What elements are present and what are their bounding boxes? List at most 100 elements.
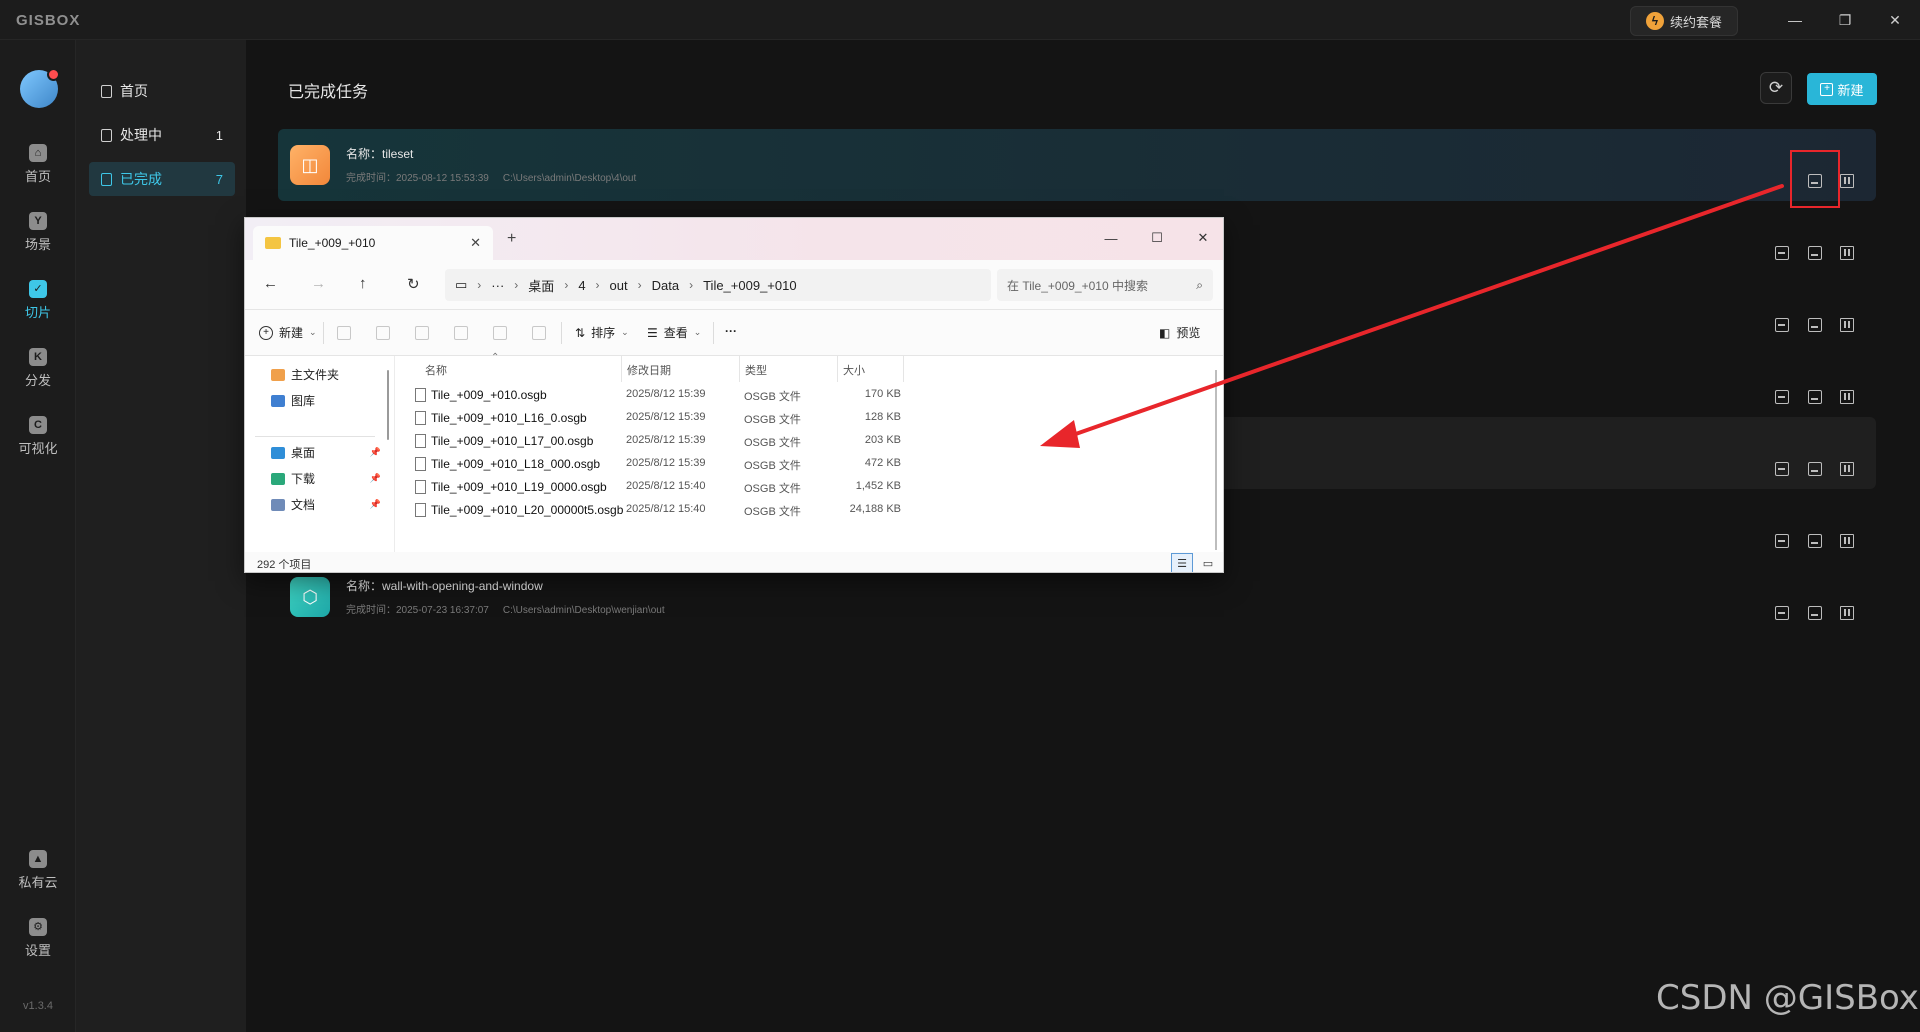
restore-button[interactable]: ❐ — [1822, 6, 1868, 34]
new-task-button[interactable]: + 新建 — [1807, 73, 1877, 105]
file-row[interactable]: Tile_+009_+010_L20_00000t5.osgb 2025/8/1… — [395, 499, 1195, 522]
rail-item-distribute[interactable]: K 分发 — [0, 340, 76, 396]
file-row[interactable]: Tile_+009_+010_L18_000.osgb 2025/8/12 15… — [395, 453, 1195, 476]
rail-item-visualize[interactable]: C 可视化 — [0, 408, 76, 464]
file-row[interactable]: Tile_+009_+010_L19_0000.osgb 2025/8/12 1… — [395, 476, 1195, 499]
document-icon — [101, 172, 112, 186]
tree-item-desktop[interactable]: 桌面 📌 — [271, 444, 381, 461]
file-size: 203 KB — [864, 434, 901, 446]
breadcrumb-item[interactable]: Tile_+009_+010 — [703, 278, 797, 293]
open-folder-icon[interactable] — [1808, 390, 1822, 404]
more-options-button[interactable]: ··· — [725, 324, 737, 338]
back-arrow-icon[interactable]: ← — [263, 275, 278, 292]
column-divider[interactable] — [739, 356, 740, 382]
explorer-search-input[interactable]: 在 Tile_+009_+010 中搜索 ⌕ — [997, 269, 1213, 301]
open-folder-icon[interactable] — [1808, 606, 1822, 620]
file-list-scrollbar[interactable] — [1215, 370, 1217, 550]
publish-icon[interactable] — [1775, 318, 1789, 332]
pin-icon[interactable]: 📌 — [370, 473, 381, 484]
file-name: Tile_+009_+010.osgb — [431, 388, 547, 402]
tree-item-documents[interactable]: 文档 📌 — [271, 496, 381, 513]
rail-item-home[interactable]: ⌂ 首页 — [0, 136, 76, 192]
rail-item-scene[interactable]: Y 场景 — [0, 204, 76, 260]
pin-icon[interactable]: 📌 — [370, 447, 381, 458]
forward-arrow-icon[interactable]: → — [311, 275, 326, 292]
file-row[interactable]: Tile_+009_+010_L17_00.osgb 2025/8/12 15:… — [395, 430, 1195, 453]
delete-icon[interactable] — [1840, 318, 1854, 332]
new-item-label: 新建 — [279, 326, 304, 340]
breadcrumb-item[interactable]: ··· — [491, 278, 504, 293]
open-folder-icon[interactable] — [1808, 462, 1822, 476]
column-header-date[interactable]: 修改日期 — [627, 362, 671, 378]
tree-item-downloads[interactable]: 下载 📌 — [271, 470, 381, 487]
delete-icon[interactable] — [1840, 462, 1854, 476]
refresh-icon[interactable]: ↻ — [407, 275, 420, 293]
rail-item-slice[interactable]: ✓ 切片 — [0, 272, 76, 328]
explorer-minimize-button[interactable]: — — [1093, 226, 1129, 250]
breadcrumb-item[interactable]: 桌面 — [528, 276, 554, 295]
pin-icon[interactable]: 📌 — [370, 499, 381, 510]
explorer-close-button[interactable]: ✕ — [1185, 226, 1221, 250]
tree-item-gallery[interactable]: 图库 — [271, 392, 381, 409]
publish-icon[interactable] — [1775, 534, 1789, 548]
publish-icon[interactable] — [1775, 390, 1789, 404]
column-header-name[interactable]: 名称 — [425, 362, 447, 378]
subnav-item-completed[interactable]: 已完成 7 — [89, 162, 235, 196]
publish-icon[interactable] — [1775, 606, 1789, 620]
column-header-size[interactable]: 大小 — [843, 362, 865, 378]
share-icon[interactable] — [493, 326, 507, 340]
file-explorer-window[interactable]: Tile_+009_+010 ✕ + — ☐ ✕ ← → ↑ ↻ ▭ › ···… — [244, 217, 1224, 573]
file-row[interactable]: Tile_+009_+010.osgb 2025/8/12 15:39 OSGB… — [395, 384, 1195, 407]
tree-scrollbar[interactable] — [387, 370, 389, 440]
rename-icon[interactable] — [454, 326, 468, 340]
delete-icon[interactable] — [1840, 534, 1854, 548]
subnav-item-home[interactable]: 首页 — [89, 74, 235, 108]
close-button[interactable]: ✕ — [1872, 6, 1918, 34]
file-date: 2025/8/12 15:40 — [626, 480, 706, 492]
sort-button[interactable]: ⇅ 排序 ⌄ — [575, 324, 629, 341]
cut-icon[interactable] — [337, 326, 351, 340]
paste-icon[interactable] — [415, 326, 429, 340]
column-header-type[interactable]: 类型 — [745, 362, 767, 378]
delete-icon[interactable] — [1840, 390, 1854, 404]
column-divider[interactable] — [837, 356, 838, 382]
subnav-item-processing[interactable]: 处理中 1 — [89, 118, 235, 152]
rail-item-label: 场景 — [24, 236, 51, 252]
column-divider[interactable] — [621, 356, 622, 382]
explorer-maximize-button[interactable]: ☐ — [1139, 226, 1175, 250]
renew-plan-button[interactable]: ϟ 续约套餐 — [1630, 6, 1738, 36]
refresh-button[interactable]: ⟳ — [1760, 72, 1792, 104]
delete-icon[interactable] — [1840, 174, 1854, 188]
copy-icon[interactable] — [376, 326, 390, 340]
publish-icon[interactable] — [1775, 462, 1789, 476]
primary-nav-rail: ⌂ 首页 Y 场景 ✓ 切片 K 分发 C 可视化 ▲ 私有云 ⚙ 设置 v1.… — [0, 40, 76, 1032]
details-view-icon[interactable]: ☰ — [1171, 553, 1193, 572]
task-row[interactable]: ◫ 名称：tileset 完成时间：2025-08-12 15:53:39 C:\… — [278, 129, 1876, 201]
address-bar[interactable]: ▭ › ··· › 桌面 › 4 › out › Data › Tile_+00… — [445, 269, 991, 301]
delete-icon[interactable] — [1840, 246, 1854, 260]
open-folder-icon[interactable] — [1808, 534, 1822, 548]
file-date: 2025/8/12 15:39 — [626, 411, 706, 423]
new-item-button[interactable]: + 新建 ⌄ — [259, 324, 317, 341]
rail-item-settings[interactable]: ⚙ 设置 — [0, 910, 76, 966]
view-button[interactable]: ☰ 查看 ⌄ — [647, 324, 701, 341]
breadcrumb-item[interactable]: Data — [652, 278, 679, 293]
breadcrumb-item[interactable]: 4 — [578, 278, 585, 293]
open-folder-icon[interactable] — [1808, 318, 1822, 332]
open-folder-icon[interactable] — [1808, 246, 1822, 260]
up-arrow-icon[interactable]: ↑ — [359, 275, 367, 292]
delete-icon[interactable] — [1840, 606, 1854, 620]
trash-icon[interactable] — [532, 326, 546, 340]
preview-pane-button[interactable]: ◧ 预览 — [1159, 324, 1200, 341]
rail-item-private-cloud[interactable]: ▲ 私有云 — [0, 842, 76, 898]
new-tab-button[interactable]: + — [507, 230, 516, 248]
publish-icon[interactable] — [1775, 246, 1789, 260]
breadcrumb-item[interactable]: out — [610, 278, 628, 293]
file-row[interactable]: Tile_+009_+010_L16_0.osgb 2025/8/12 15:3… — [395, 407, 1195, 430]
minimize-button[interactable]: — — [1772, 6, 1818, 34]
tree-item-home[interactable]: 主文件夹 — [271, 366, 381, 383]
column-divider[interactable] — [903, 356, 904, 382]
explorer-tab[interactable]: Tile_+009_+010 ✕ — [253, 226, 493, 260]
close-tab-icon[interactable]: ✕ — [470, 235, 481, 251]
tiles-view-icon[interactable]: ▭ — [1197, 553, 1219, 572]
